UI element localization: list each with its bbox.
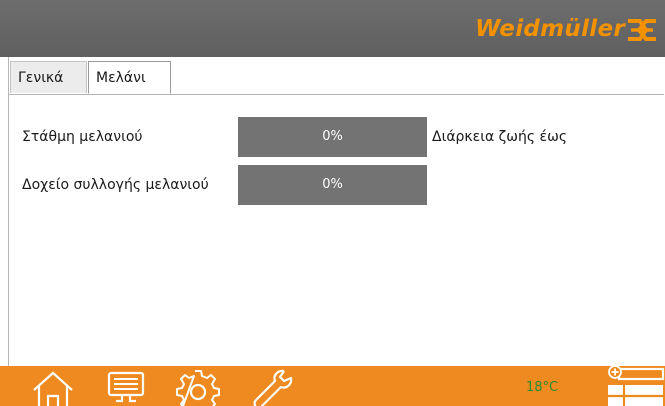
- content-frame: [8, 57, 665, 367]
- ink-level-label: Στάθμη μελανιού: [22, 129, 143, 145]
- lifetime-label: Διάρκεια ζωής έως: [432, 129, 568, 145]
- waste-container-meter: 0%: [238, 165, 427, 205]
- wrench-icon[interactable]: [246, 368, 296, 406]
- tab-general[interactable]: Γενικά: [10, 61, 87, 93]
- ink-level-meter: 0%: [238, 117, 427, 157]
- home-icon[interactable]: [30, 368, 76, 406]
- settings-icon[interactable]: [176, 368, 220, 406]
- add-job-icon[interactable]: [608, 366, 665, 406]
- tab-ink[interactable]: Μελάνι: [88, 61, 171, 94]
- weidmuller-logo-icon: [628, 19, 656, 41]
- waste-container-label: Δοχείο συλλογής μελανιού: [22, 177, 209, 193]
- tab-bar: Γενικά Μελάνι: [8, 61, 664, 95]
- temperature-readout: 18°C: [526, 380, 559, 395]
- footer-bar: [0, 366, 665, 406]
- brand-logo-text: Weidmüller: [475, 16, 625, 42]
- monitor-icon[interactable]: [102, 368, 150, 406]
